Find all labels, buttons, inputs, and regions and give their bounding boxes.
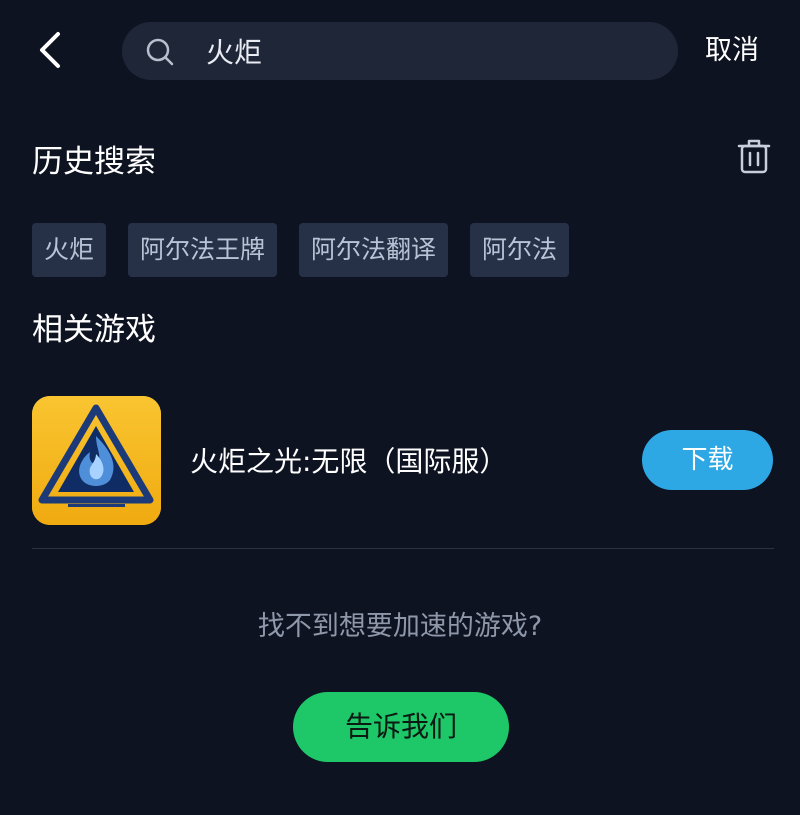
- download-button[interactable]: 下载: [642, 430, 773, 490]
- search-box[interactable]: [122, 22, 678, 80]
- cant-find-game-hint: 找不到想要加速的游戏?: [257, 611, 543, 642]
- history-search-title: 历史搜索: [32, 144, 156, 180]
- trash-icon: [737, 139, 771, 174]
- cancel-button[interactable]: 取消: [705, 28, 759, 67]
- chevron-left-icon: [40, 32, 60, 68]
- search-icon: [146, 38, 174, 66]
- history-tag[interactable]: 阿尔法王牌: [128, 223, 278, 277]
- torchlight-game-icon: [32, 396, 161, 525]
- history-tag[interactable]: 阿尔法翻译: [299, 223, 449, 277]
- related-games-title: 相关游戏: [32, 312, 156, 348]
- history-tags: 火炬 阿尔法王牌 阿尔法翻译 阿尔法: [32, 223, 570, 277]
- search-input[interactable]: [204, 28, 648, 74]
- game-name: 火炬之光:无限（国际服）: [190, 445, 508, 478]
- history-tag[interactable]: 阿尔法: [470, 223, 570, 277]
- top-bar: 取消: [0, 0, 800, 100]
- history-tag[interactable]: 火炬: [32, 223, 107, 277]
- divider: [32, 548, 774, 549]
- tell-us-button[interactable]: 告诉我们: [293, 692, 509, 762]
- game-list-item[interactable]: 火炬之光:无限（国际服） 下载: [32, 396, 774, 525]
- back-button[interactable]: [30, 28, 74, 72]
- clear-history-button[interactable]: [734, 136, 774, 176]
